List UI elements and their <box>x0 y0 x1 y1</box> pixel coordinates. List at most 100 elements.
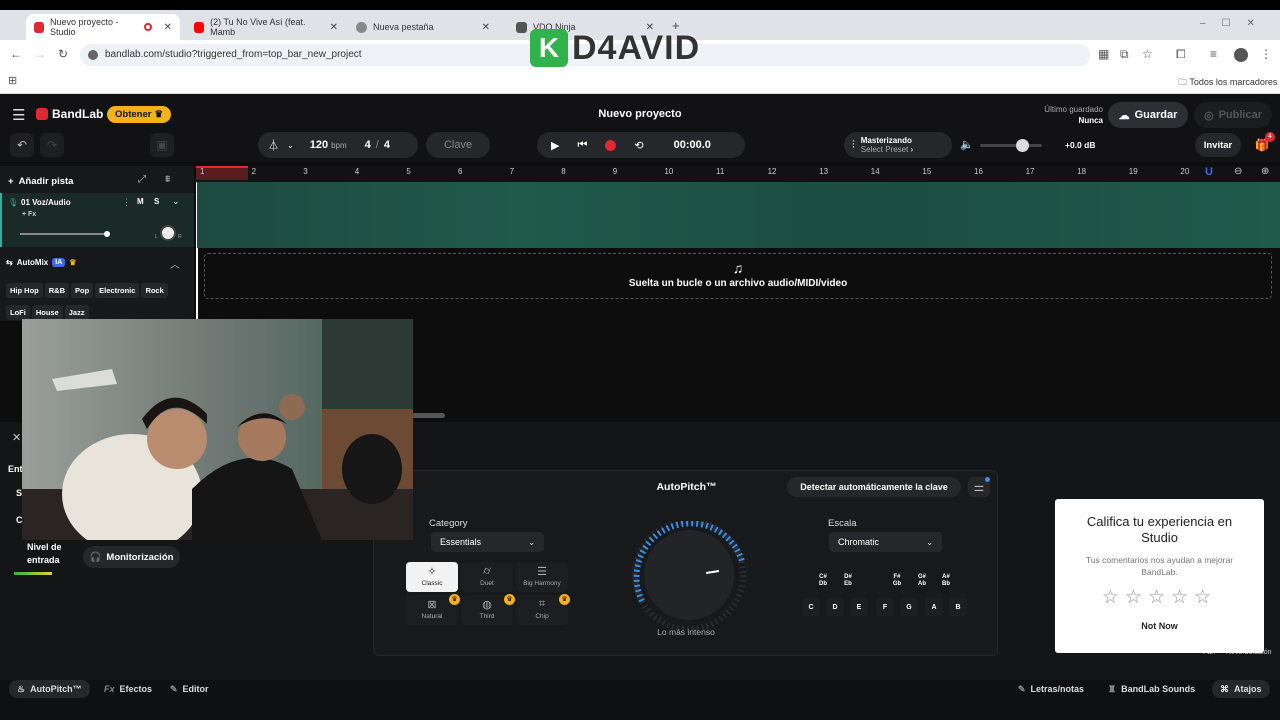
automix-header[interactable]: ⇆ AutoMix IA ♛ <box>6 258 76 267</box>
autopitch-tab[interactable]: ♨ AutoPitch™ <box>9 680 90 698</box>
natural-key[interactable]: C <box>802 598 820 616</box>
panel-toggle-icon[interactable]: ▣ <box>150 133 174 157</box>
intensity-knob[interactable] <box>632 521 746 631</box>
close-tab-icon[interactable]: ✕ <box>164 22 172 33</box>
category-select[interactable]: Essentials ⌄ <box>431 532 544 552</box>
genre-chip[interactable]: Hip Hop <box>6 283 43 298</box>
filter-icon[interactable]: ⩩ <box>165 174 170 185</box>
profile-avatar[interactable] <box>1234 48 1248 62</box>
tab-new[interactable]: Nueva pestaña ✕ <box>348 14 498 40</box>
track-menu-icon[interactable]: ⋮ <box>122 197 131 208</box>
natural-key[interactable]: G <box>900 598 918 616</box>
genre-chip[interactable]: Electronic <box>95 283 140 298</box>
playhead[interactable] <box>196 182 197 248</box>
undo-icon[interactable]: ↶ <box>10 133 34 157</box>
reload-icon[interactable]: ↻ <box>58 47 68 61</box>
star-icon[interactable]: ☆ <box>1125 587 1148 608</box>
track-volume-knob[interactable] <box>104 231 110 237</box>
media-icon[interactable]: ≡ <box>1210 47 1217 61</box>
sharp-key[interactable]: F# Gb <box>888 572 906 590</box>
time-signature-numerator[interactable]: 4 <box>365 139 371 151</box>
solo-button[interactable]: S <box>154 197 159 206</box>
pan-knob[interactable] <box>160 225 176 241</box>
monitoring-button[interactable]: 🎧 Monitorización <box>83 546 180 568</box>
key-button[interactable]: Clave <box>426 132 490 158</box>
genre-chip[interactable]: House <box>31 305 63 320</box>
loop-icon[interactable]: ⟲ <box>634 139 643 152</box>
track-volume-slider[interactable] <box>20 231 110 237</box>
track-name[interactable]: 01 Voz/Audio <box>21 198 71 207</box>
window-controls[interactable]: –☐✕ <box>1200 18 1271 29</box>
natural-key[interactable]: A <box>925 598 943 616</box>
effects-tab[interactable]: Fx Efectos <box>96 681 160 697</box>
chevron-down-icon[interactable]: ⌄ <box>287 141 294 150</box>
mastering-button[interactable]: ⫶ Masterizando Select Preset › <box>844 132 952 158</box>
star-icon[interactable]: ☆ <box>1171 587 1194 608</box>
site-info-icon[interactable] <box>88 50 98 60</box>
star-icon[interactable]: ☆ <box>1148 587 1171 608</box>
redo-icon[interactable]: ↷ <box>40 133 64 157</box>
genre-chip[interactable]: Pop <box>71 283 94 298</box>
sharp-key[interactable]: D# Eb <box>839 572 857 590</box>
close-tab-icon[interactable]: ✕ <box>482 22 490 33</box>
horizontal-scrollbar[interactable] <box>410 413 445 418</box>
mute-button[interactable]: M <box>137 197 144 206</box>
bookmark-star-icon[interactable]: ☆ <box>1142 47 1153 61</box>
shortcuts-tab[interactable]: ⌘ Atajos <box>1212 680 1270 698</box>
save-button[interactable]: ☁ Guardar <box>1108 102 1188 128</box>
metronome-icon[interactable]: ⏃ <box>268 137 279 153</box>
style-big-harmony[interactable]: ☰ Big Harmony <box>516 562 568 592</box>
all-bookmarks[interactable]: 🗀 Todos los marcadores <box>1178 75 1277 91</box>
track-header[interactable]: 🎙 01 Voz/Audio + Fx ⋮ M S ⌄ L R <box>0 193 194 247</box>
detect-key-button[interactable]: Detectar automáticamente la clave <box>787 477 961 497</box>
publish-button[interactable]: ◎ Publicar <box>1194 102 1272 128</box>
style-duet[interactable]: ⌭ Duet <box>461 562 513 592</box>
forward-icon[interactable]: → <box>34 47 46 61</box>
not-now-button[interactable]: Not Now <box>1055 621 1264 631</box>
natural-key[interactable]: E <box>850 598 868 616</box>
star-rating[interactable]: ☆☆☆☆☆ <box>1055 586 1264 609</box>
puzzle-icon[interactable]: ⧠ <box>1176 47 1186 62</box>
bpm-value[interactable]: 120 <box>310 139 328 151</box>
track-lane[interactable] <box>196 182 1280 248</box>
genre-chip[interactable]: LoFi <box>6 305 30 320</box>
add-track-button[interactable]: + Añadir pista <box>8 172 73 190</box>
editor-tab[interactable]: ✎ Editor <box>162 681 217 697</box>
style-classic[interactable]: ✧ Classic <box>406 562 458 592</box>
zoom-in-icon[interactable]: ⊕ <box>1261 166 1269 177</box>
volume-knob[interactable] <box>1016 139 1029 152</box>
master-volume-slider[interactable] <box>980 139 1042 152</box>
sharp-key[interactable]: C# Db <box>814 572 832 590</box>
wand-icon[interactable]: ⤢ <box>138 174 146 185</box>
natural-key[interactable]: F <box>876 598 894 616</box>
skip-back-icon[interactable]: ⏮ <box>577 139 587 152</box>
tab-youtube[interactable]: (2) Tu No Vive Así (feat. Mamb ✕ <box>186 14 346 40</box>
extensions-icon[interactable]: ▦ <box>1098 47 1109 61</box>
natural-key[interactable]: B <box>949 598 967 616</box>
menu-icon[interactable]: ⋮ <box>1260 47 1272 61</box>
collapse-chevron-icon[interactable]: ︿ <box>170 256 180 271</box>
drop-zone[interactable]: ♫ Suelta un bucle o un archivo audio/MID… <box>204 253 1272 299</box>
close-tab-icon[interactable]: ✕ <box>330 22 338 33</box>
scale-select[interactable]: Chromatic ⌄ <box>829 532 942 552</box>
bandlab-sounds-tab[interactable]: ♜ BandLab Sounds <box>1100 681 1203 697</box>
lyrics-tab[interactable]: ✎ Letras/notas <box>1010 681 1092 697</box>
track-fx-button[interactable]: + Fx <box>22 211 36 218</box>
back-icon[interactable]: ← <box>10 47 22 61</box>
apps-grid-icon[interactable]: ⊞ <box>8 74 17 87</box>
track-expand-icon[interactable]: ⌄ <box>172 196 180 207</box>
sharp-key[interactable]: A# Bb <box>937 572 955 590</box>
genre-chip[interactable]: Jazz <box>64 305 89 320</box>
cast-icon[interactable]: ⧉ <box>1120 47 1129 62</box>
invite-button[interactable]: Invitar <box>1195 133 1241 157</box>
play-icon[interactable]: ▶ <box>551 139 559 152</box>
genre-chip[interactable]: Rock <box>141 283 168 298</box>
volume-icon[interactable]: 🔈 <box>960 138 974 151</box>
sharp-key[interactable]: G# Ab <box>913 572 931 590</box>
close-panel-icon[interactable]: ✕ <box>12 431 21 444</box>
snap-magnet-icon[interactable]: U <box>1205 166 1213 178</box>
zoom-out-icon[interactable]: ⊖ <box>1234 166 1242 177</box>
timeline-ruler[interactable]: 1 2 3 4 5 6 7 8 9 10 11 12 13 14 15 16 17 18 19 20 U ⊖ ⊕ <box>196 166 1280 182</box>
tab-studio[interactable]: Nuevo proyecto - Studio ✕ <box>26 14 180 40</box>
star-icon[interactable]: ☆ <box>1194 587 1217 608</box>
